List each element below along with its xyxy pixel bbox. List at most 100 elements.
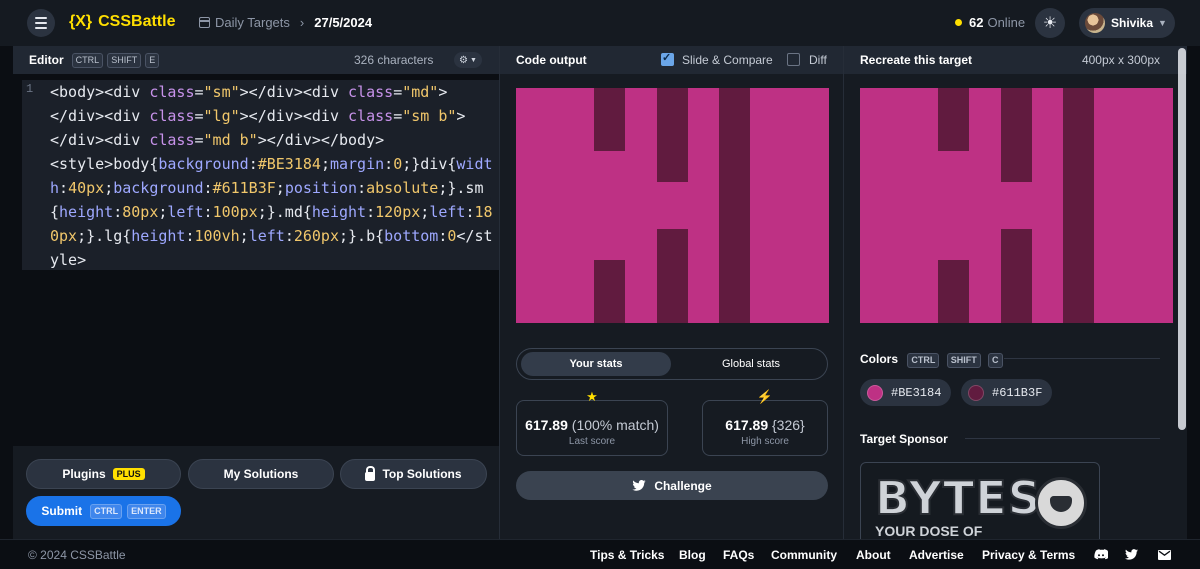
high-score: 617.89 {326} bbox=[703, 417, 827, 433]
character-count: 326 characters bbox=[354, 53, 434, 67]
code-content[interactable]: <body><div class="sm"></div><div class="… bbox=[50, 80, 496, 272]
code-token: ; bbox=[239, 227, 249, 245]
code-token: #611B3F bbox=[212, 179, 276, 197]
editor-settings-button[interactable]: ⚙ ▼ bbox=[454, 52, 482, 68]
code-token: background bbox=[158, 155, 249, 173]
footer-link-blog[interactable]: Blog bbox=[679, 548, 706, 562]
code-token: margin bbox=[329, 155, 385, 173]
logo[interactable]: {X} CSSBattle bbox=[69, 13, 175, 31]
code-token: ; bbox=[420, 203, 430, 221]
line-number: 1 bbox=[26, 82, 34, 96]
submit-label: Submit bbox=[41, 504, 83, 518]
slide-compare-checkbox[interactable] bbox=[661, 51, 674, 66]
submit-button[interactable]: Submit CTRL ENTER bbox=[26, 496, 181, 526]
last-score-value: 617.89 bbox=[525, 417, 568, 433]
mail-icon[interactable] bbox=[1158, 549, 1171, 560]
code-token: ; bbox=[104, 179, 114, 197]
theme-toggle-button[interactable]: ☀ bbox=[1035, 8, 1065, 38]
footer-link-tips[interactable]: Tips & Tricks bbox=[590, 548, 664, 562]
code-token: ;}.b{ bbox=[339, 227, 385, 245]
output-bar-lg bbox=[719, 88, 750, 323]
code-token: ></div><div bbox=[239, 83, 349, 101]
code-token: : bbox=[384, 155, 394, 173]
code-token: : bbox=[357, 179, 367, 197]
footer-link-advertise[interactable]: Advertise bbox=[909, 548, 964, 562]
code-token: ; bbox=[320, 155, 330, 173]
code-token: class bbox=[149, 83, 195, 101]
code-output-canvas[interactable] bbox=[516, 88, 829, 323]
challenge-button[interactable]: Challenge bbox=[516, 471, 828, 500]
hamburger-icon bbox=[35, 17, 47, 19]
code-token: : bbox=[59, 179, 69, 197]
code-token: position bbox=[284, 179, 358, 197]
online-indicator: 62 Online bbox=[955, 15, 1025, 30]
code-token: 80px bbox=[122, 203, 159, 221]
editor-title: Editor bbox=[29, 53, 64, 67]
diff-label[interactable]: Diff bbox=[809, 53, 827, 67]
footer-link-privacy[interactable]: Privacy & Terms bbox=[982, 548, 1075, 562]
twitter-icon[interactable] bbox=[1125, 549, 1138, 560]
code-token: height bbox=[59, 203, 114, 221]
target-bar-md-bottom bbox=[1001, 229, 1032, 323]
footer-link-community[interactable]: Community bbox=[771, 548, 837, 562]
color-chip-primary[interactable]: #BE3184 bbox=[860, 379, 952, 406]
target-title: Recreate this target bbox=[860, 53, 973, 67]
target-bar-lg bbox=[1063, 88, 1094, 323]
color-swatch bbox=[867, 384, 883, 401]
logo-text: CSSBattle bbox=[98, 13, 176, 30]
code-token: : bbox=[284, 227, 294, 245]
code-token: ; bbox=[275, 179, 285, 197]
code-token: ;}.md{ bbox=[257, 203, 312, 221]
diff-checkbox[interactable] bbox=[787, 53, 800, 66]
discord-icon[interactable] bbox=[1094, 549, 1109, 560]
user-menu-button[interactable]: Shivika ▼ bbox=[1079, 8, 1175, 38]
code-token: class bbox=[348, 107, 394, 125]
stats-tabs: Your stats Global stats bbox=[516, 348, 828, 380]
code-token: "sm" bbox=[203, 83, 240, 101]
high-score-card: ⚡ 617.89 {326} High score bbox=[702, 389, 828, 456]
breadcrumb-daily-targets[interactable]: Daily Targets bbox=[215, 15, 290, 30]
chevron-down-icon: ▼ bbox=[1158, 18, 1167, 28]
code-token: 120px bbox=[375, 203, 421, 221]
code-editor[interactable]: 1 <body><div class="sm"></div><div class… bbox=[22, 80, 499, 270]
editor-shortcut-key: CTRL bbox=[71, 52, 104, 68]
output-bar-md-bottom bbox=[657, 229, 688, 323]
plugins-button[interactable]: Plugins PLUS bbox=[26, 459, 181, 489]
target-panel-scrollbar[interactable] bbox=[1178, 48, 1186, 430]
footer-link-faqs[interactable]: FAQs bbox=[723, 548, 754, 562]
editor-shortcut-key: SHIFT bbox=[107, 52, 142, 68]
my-solutions-button[interactable]: My Solutions bbox=[188, 459, 334, 489]
code-token: 40px bbox=[68, 179, 105, 197]
footer-link-about[interactable]: About bbox=[856, 548, 891, 562]
code-token: absolute bbox=[366, 179, 439, 197]
code-token: = bbox=[194, 83, 204, 101]
code-token: class bbox=[149, 131, 195, 149]
sponsor-banner[interactable]: BYTES YOUR DOSE OF bbox=[860, 462, 1100, 539]
avatar bbox=[1085, 13, 1105, 33]
output-header: Code output Slide & Compare Diff bbox=[500, 46, 844, 74]
top-solutions-button[interactable]: Top Solutions bbox=[340, 459, 487, 489]
last-score-label: Last score bbox=[568, 436, 616, 447]
tab-global-stats[interactable]: Global stats bbox=[677, 352, 825, 376]
code-token: "sm b" bbox=[402, 107, 457, 125]
breadcrumb: Daily Targets › 27/5/2024 bbox=[199, 15, 372, 30]
menu-button[interactable] bbox=[27, 9, 55, 37]
code-token: ;}div{ bbox=[402, 155, 457, 173]
target-image[interactable] bbox=[860, 88, 1173, 323]
code-token: : bbox=[203, 203, 213, 221]
code-token: "lg" bbox=[203, 107, 240, 125]
divider bbox=[965, 438, 1160, 439]
colors-label: Colors CTRL SHIFT C bbox=[860, 352, 1007, 368]
top-header: {X} CSSBattle Daily Targets › 27/5/2024 … bbox=[0, 0, 1200, 46]
tab-your-stats[interactable]: Your stats bbox=[521, 352, 671, 376]
code-token: = bbox=[393, 83, 403, 101]
output-bar-sm bbox=[594, 88, 625, 151]
target-panel: Recreate this target 400px x 300px Color… bbox=[843, 46, 1187, 539]
slide-compare-label[interactable]: Slide & Compare bbox=[682, 53, 773, 67]
output-bar-sm-bottom bbox=[594, 260, 625, 323]
color-chip-secondary[interactable]: #611B3F bbox=[961, 379, 1053, 406]
online-dot-icon bbox=[955, 19, 962, 26]
sponsor-logo-text: BYTES bbox=[874, 470, 1042, 526]
plugins-label: Plugins bbox=[62, 467, 106, 481]
code-token: left bbox=[429, 203, 466, 221]
